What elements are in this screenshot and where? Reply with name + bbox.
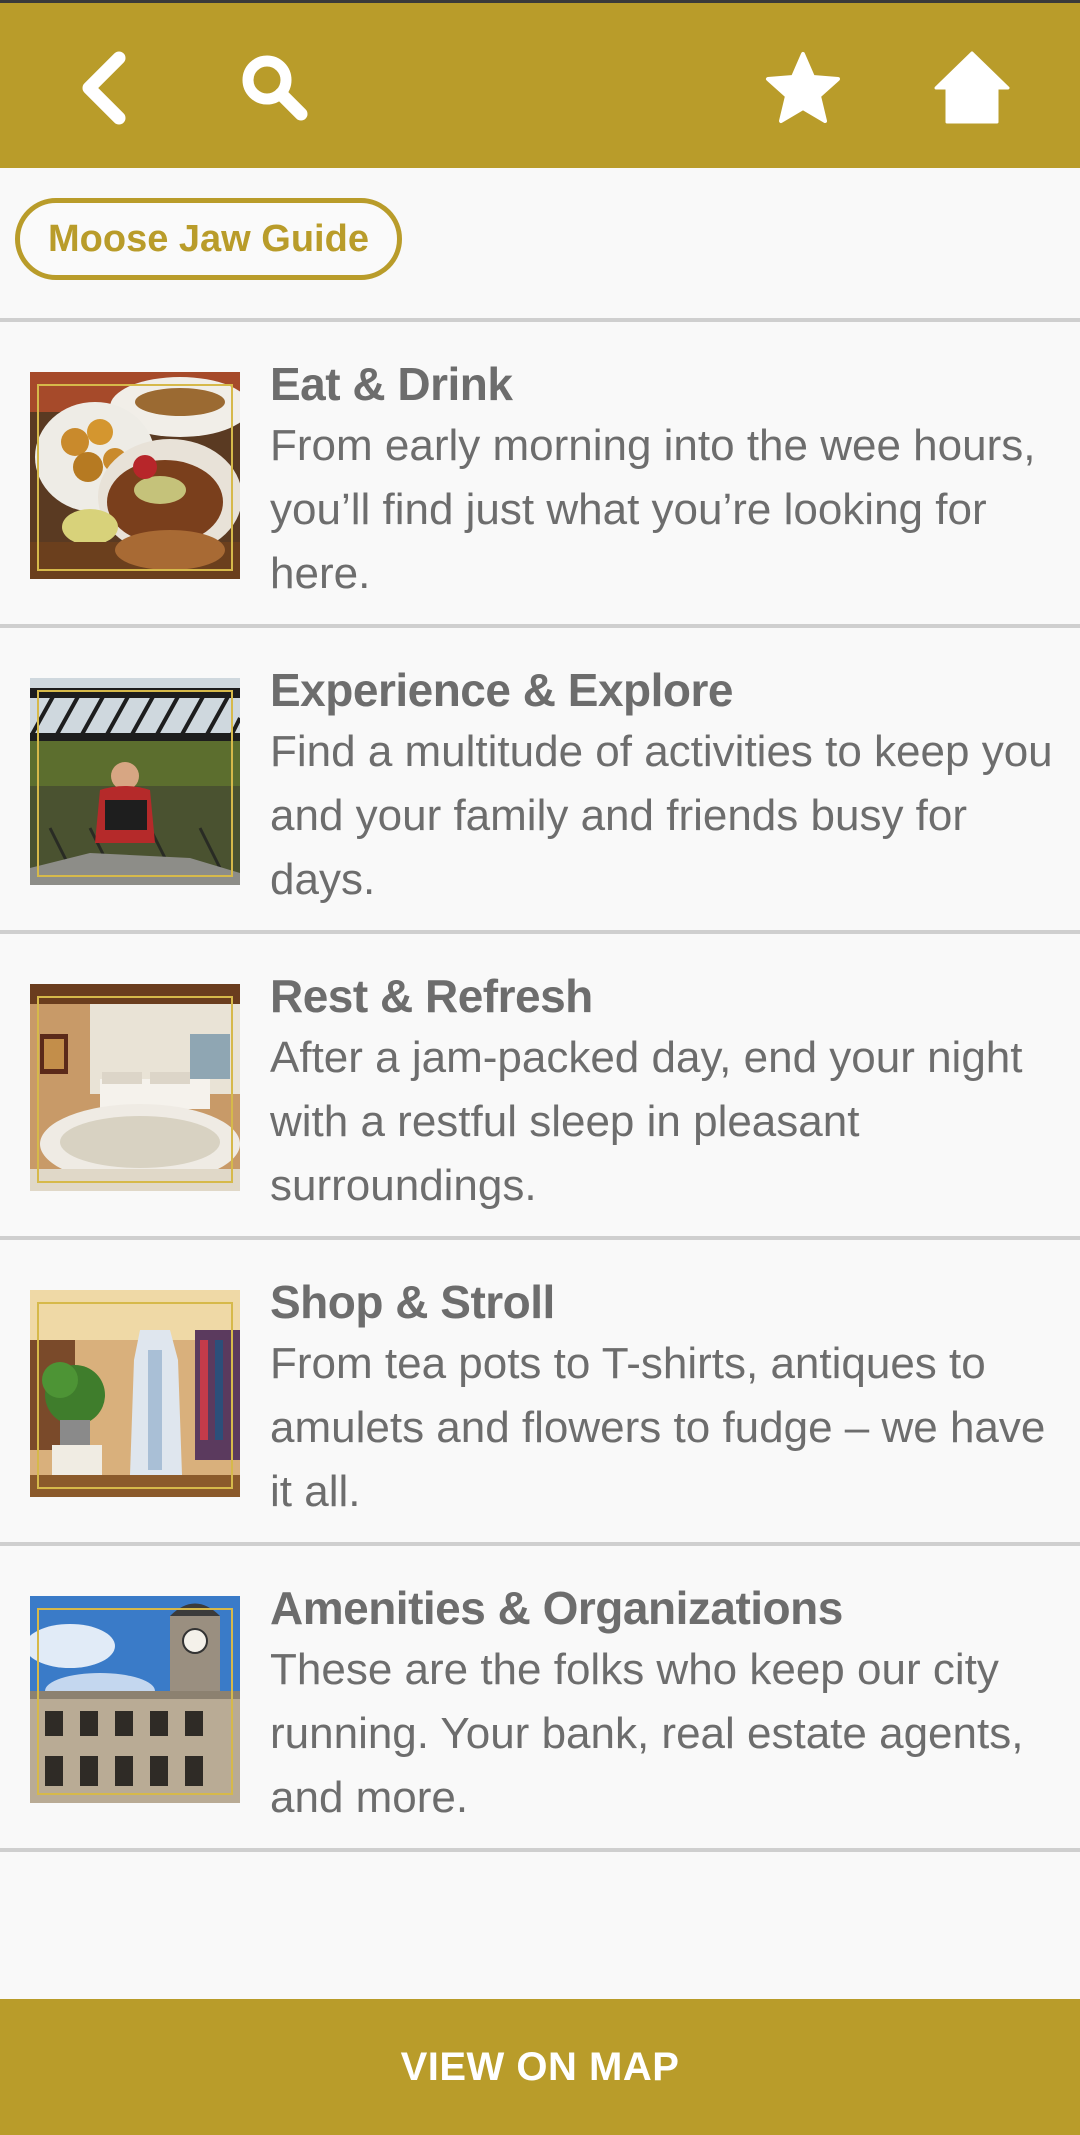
category-description: Find a multitude of activities to keep y… [270, 727, 1053, 904]
home-icon[interactable] [927, 43, 1017, 133]
breadcrumb-row: Moose Jaw Guide [0, 168, 1080, 319]
hotel-room-photo [30, 984, 240, 1191]
category-description: These are the folks who keep our city ru… [270, 1645, 1024, 1822]
food-photo [30, 372, 240, 579]
category-description: After a jam-packed day, end your night w… [270, 1033, 1023, 1210]
view-on-map-label: VIEW ON MAP [400, 2044, 680, 2089]
category-title: Experience & Explore [270, 664, 733, 716]
category-eat-drink[interactable]: Eat & Drink From early morning into the … [0, 322, 1080, 624]
breadcrumb[interactable]: Moose Jaw Guide [15, 198, 402, 280]
back-icon[interactable] [60, 43, 150, 133]
divider [0, 1848, 1080, 1852]
category-experience-explore[interactable]: Experience & Explore Find a multitude of… [0, 628, 1080, 930]
boutique-photo [30, 1290, 240, 1497]
category-title: Amenities & Organizations [270, 1582, 843, 1634]
breadcrumb-label: Moose Jaw Guide [48, 217, 369, 260]
category-description: From tea pots to T-shirts, antiques to a… [270, 1339, 1046, 1516]
category-amenities-organizations[interactable]: Amenities & Organizations These are the … [0, 1546, 1080, 1848]
kayak-bridge-photo [30, 678, 240, 885]
city-hall-photo [30, 1596, 240, 1803]
category-description: From early morning into the wee hours, y… [270, 421, 1036, 598]
category-shop-stroll[interactable]: Shop & Stroll From tea pots to T-shirts,… [0, 1240, 1080, 1542]
view-on-map-button[interactable]: VIEW ON MAP [0, 1999, 1080, 2135]
top-toolbar [0, 0, 1080, 168]
category-title: Rest & Refresh [270, 970, 593, 1022]
category-list: Eat & Drink From early morning into the … [0, 318, 1080, 1852]
category-rest-refresh[interactable]: Rest & Refresh After a jam-packed day, e… [0, 934, 1080, 1236]
category-title: Shop & Stroll [270, 1276, 555, 1328]
search-icon[interactable] [230, 43, 320, 133]
category-title: Eat & Drink [270, 358, 513, 410]
star-icon[interactable] [758, 43, 848, 133]
